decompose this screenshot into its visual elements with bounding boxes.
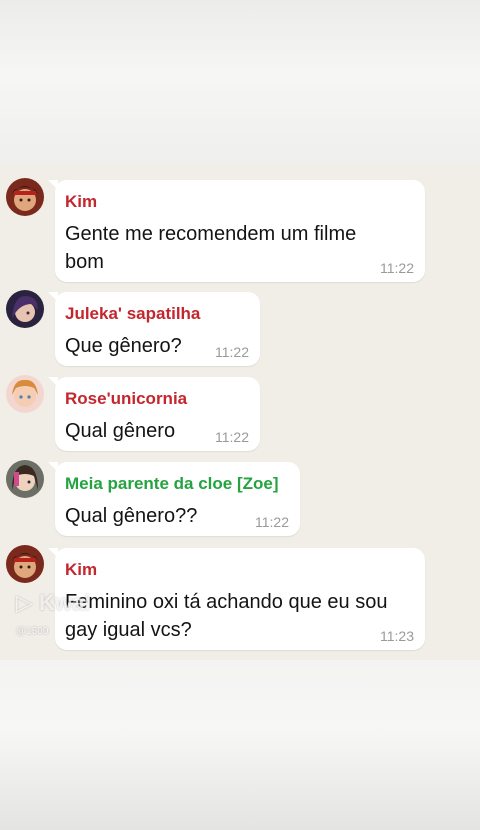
- message-text: Que gênero?: [65, 335, 182, 357]
- kim-avatar-icon[interactable]: [6, 545, 44, 583]
- message-text: Qual gênero: [65, 420, 176, 442]
- sender-name: Kim: [65, 560, 98, 579]
- sender-name: Kim: [65, 192, 98, 211]
- message-bubble[interactable]: Kim Gente me recomendem um filme bom 11:…: [48, 180, 425, 282]
- message-text-line: Feminino oxi tá achando que eu sou: [65, 591, 388, 613]
- watermark-brand: Kwai: [39, 590, 91, 615]
- blurred-top-region: [0, 0, 480, 165]
- juleka-avatar-icon[interactable]: [6, 290, 44, 328]
- zoe-avatar-icon[interactable]: [6, 460, 44, 498]
- message-bubble[interactable]: Juleka' sapatilha Que gênero? 11:22: [48, 292, 260, 366]
- message-text-line: gay igual vcs?: [65, 619, 192, 641]
- message-time: 11:22: [215, 344, 249, 360]
- sender-name: Rose'unicornia: [65, 389, 188, 408]
- sender-name: Meia parente da cloe [Zoe]: [65, 474, 279, 493]
- kwai-logo-icon: ▷: [16, 590, 33, 615]
- message-bubble[interactable]: Rose'unicornia Qual gênero 11:22: [48, 377, 260, 451]
- message-time: 11:22: [380, 260, 414, 276]
- message-text-line: Gente me recomendem um filme: [65, 223, 357, 245]
- blurred-bottom-region: [0, 660, 480, 830]
- kwai-watermark-logo: ▷ Kwai: [16, 590, 90, 616]
- watermark-user-id: @1500: [16, 626, 49, 637]
- message-bubble[interactable]: Meia parente da cloe [Zoe] Qual gênero??…: [48, 462, 300, 536]
- rose-avatar-icon[interactable]: [6, 375, 44, 413]
- sender-name: Juleka' sapatilha: [65, 304, 201, 323]
- message-bubble[interactable]: Kim Feminino oxi tá achando que eu sou g…: [48, 548, 425, 650]
- message-time: 11:22: [215, 429, 249, 445]
- kim-avatar-icon[interactable]: [6, 178, 44, 216]
- message-text: Qual gênero??: [65, 505, 198, 527]
- message-time: 11:23: [380, 628, 414, 644]
- message-text: Gente me recomendem um filme bom: [65, 220, 356, 276]
- message-text-line: bom: [65, 251, 104, 273]
- message-text: Feminino oxi tá achando que eu sou gay i…: [65, 588, 387, 644]
- message-time: 11:22: [255, 514, 289, 530]
